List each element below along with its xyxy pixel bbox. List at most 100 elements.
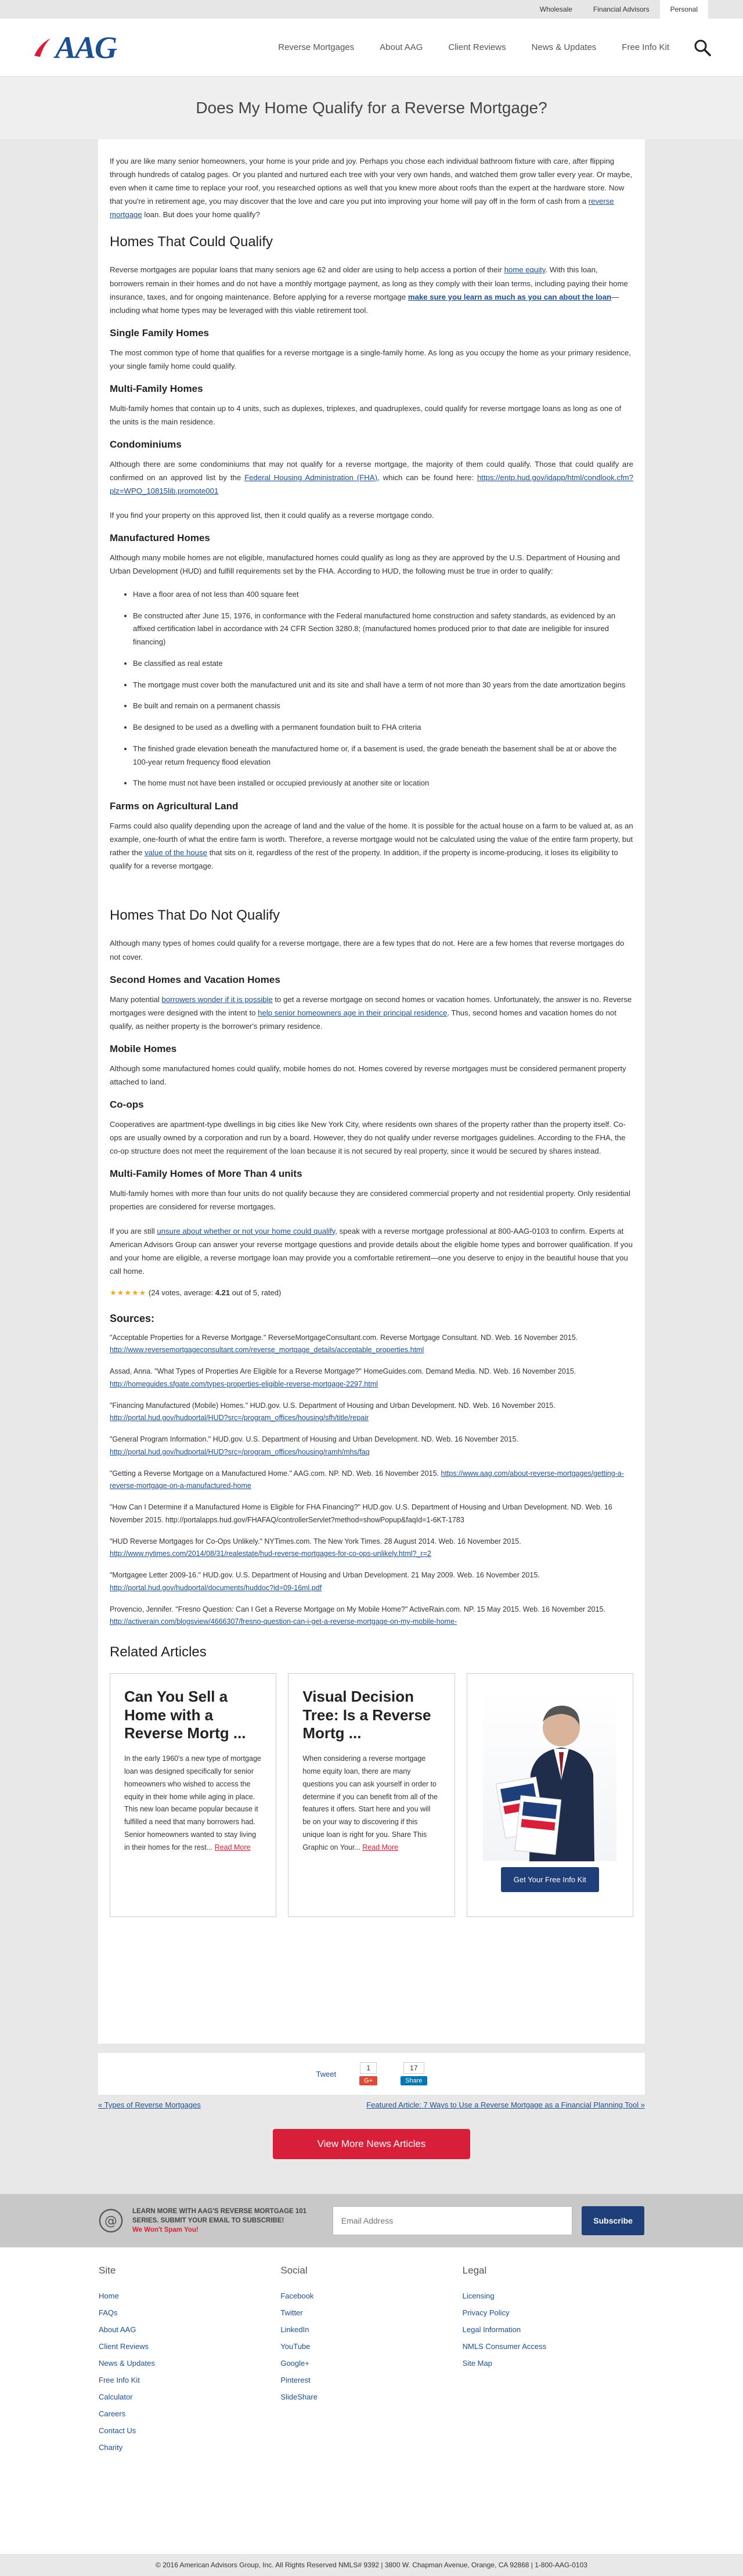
nav-client-reviews[interactable]: Client Reviews [448, 42, 506, 52]
list-item: Have a floor area of not less than 400 s… [133, 588, 633, 601]
topbar-personal-link[interactable]: Personal [659, 0, 708, 19]
copyright-bar: © 2016 American Advisors Group, Inc. All… [0, 2554, 743, 2576]
condo-text-b: , which can be found here: [377, 473, 477, 482]
footer-site-link-faqs[interactable]: FAQs [99, 2308, 280, 2317]
source-link[interactable]: http://portal.hud.gov/hudportal/document… [110, 1584, 322, 1592]
single-family-paragraph: The most common type of home that qualif… [110, 348, 631, 370]
source-link[interactable]: http://portal.hud.gov/hudportal/HUD?src=… [110, 1414, 369, 1422]
read-more-link[interactable]: Read More [215, 1843, 251, 1851]
source-link[interactable]: http://activerain.com/blogsview/4666307/… [110, 1617, 457, 1626]
search-icon[interactable] [694, 39, 711, 56]
value-of-house-link[interactable]: value of the house [145, 848, 207, 857]
footer-legal-link-licensing[interactable]: Licensing [463, 2292, 644, 2300]
svg-text:@: @ [104, 2214, 117, 2228]
newsletter-email-input[interactable] [332, 2206, 573, 2235]
footer-site-link-calculator[interactable]: Calculator [99, 2393, 280, 2401]
source-link[interactable]: http://portal.hud.gov/hudportal/HUD?src=… [110, 1448, 370, 1456]
related-card-excerpt: When considering a reverse mortgage home… [302, 1753, 440, 1854]
source-link[interactable]: http://www.nytimes.com/2014/08/31/reales… [110, 1550, 431, 1558]
read-more-link[interactable]: Read More [362, 1843, 398, 1851]
footer-social-link-linkedin[interactable]: LinkedIn [280, 2325, 462, 2334]
excerpt-text: When considering a reverse mortgage home… [302, 1754, 438, 1852]
linkedin-widget: 17 Share [401, 2062, 427, 2085]
spokesperson-image [483, 1687, 617, 1862]
related-card[interactable]: Visual Decision Tree: Is a Reverse Mortg… [288, 1673, 455, 1918]
source-text: "HUD Reverse Mortgages for Co-Ops Unlike… [110, 1537, 521, 1545]
footer-site-link-charity[interactable]: Charity [99, 2443, 280, 2452]
source-text: Provencio, Jennifer. "Fresno Question: C… [110, 1605, 605, 1613]
co-ops-paragraph: Cooperatives are apartment-type dwelling… [110, 1120, 626, 1156]
source-text: "Financing Manufactured (Mobile) Homes."… [110, 1401, 556, 1410]
gplus-button[interactable]: G+ [359, 2076, 378, 2085]
list-item: Be built and remain on a permanent chass… [133, 700, 633, 713]
close-text-a: If you are still [110, 1226, 157, 1235]
footer-social-link-pinterest[interactable]: Pinterest [280, 2376, 462, 2384]
nav-free-info-kit[interactable]: Free Info Kit [622, 42, 669, 52]
topbar-financial-advisors-link[interactable]: Financial Advisors [583, 0, 660, 19]
footer-legal-link-nmls-consumer-access[interactable]: NMLS Consumer Access [463, 2342, 644, 2351]
get-free-info-kit-button[interactable]: Get Your Free Info Kit [500, 1867, 599, 1893]
related-heading: Related Articles [110, 1644, 207, 1660]
aag-logo[interactable]: AAG [32, 30, 117, 66]
related-card[interactable]: Can You Sell a Home with a Reverse Mortg… [110, 1673, 277, 1918]
page-title: Does My Home Qualify for a Reverse Mortg… [196, 99, 547, 117]
footer-site-link-client-reviews[interactable]: Client Reviews [99, 2342, 280, 2351]
related-card-title[interactable]: Can You Sell a Home with a Reverse Mortg… [124, 1688, 262, 1742]
rating-average: 4.21 [215, 1288, 230, 1297]
prev-article-link[interactable]: « Types of Reverse Mortgages [98, 2101, 201, 2109]
footer-site-link-about-aag[interactable]: About AAG [99, 2325, 280, 2334]
multi-family-paragraph: Multi-family homes that contain up to 4 … [110, 404, 622, 427]
footer-site-link-contact-us[interactable]: Contact Us [99, 2426, 280, 2435]
footer-site-link-news-updates[interactable]: News & Updates [99, 2359, 280, 2368]
subheading-single-family: Single Family Homes [110, 327, 209, 338]
nav-news-updates[interactable]: News & Updates [532, 42, 597, 52]
list-item: The home must not have been installed or… [133, 777, 633, 790]
learn-about-loan-link[interactable]: make sure you learn as much as you can a… [408, 293, 611, 301]
manufactured-requirements-list: Have a floor area of not less than 400 s… [133, 588, 633, 790]
source-text: Assad, Anna. "What Types of Properties A… [110, 1367, 576, 1376]
list-item: The mortgage must cover both the manufac… [133, 679, 633, 692]
unsure-qualify-link[interactable]: unsure about whether or not your home co… [157, 1227, 335, 1235]
linkedin-count: 17 [403, 2062, 424, 2074]
age-in-place-link[interactable]: help senior homeowners age in their prin… [258, 1008, 447, 1017]
footer-legal-link-site-map[interactable]: Site Map [463, 2359, 644, 2368]
footer-site-link-home[interactable]: Home [99, 2292, 280, 2300]
next-article-link[interactable]: Featured Article: 7 Ways to Use a Revers… [366, 2101, 645, 2109]
rating-stars-icon[interactable]: ★★★★★ [110, 1288, 146, 1297]
footer-site-link-careers[interactable]: Careers [99, 2409, 280, 2418]
footer-legal-link-legal-information[interactable]: Legal Information [463, 2325, 644, 2334]
footer-site-column: Site Home FAQs About AAG Client Reviews News… [99, 2265, 280, 2542]
footer-legal-link-privacy-policy[interactable]: Privacy Policy [463, 2308, 644, 2317]
footer-social-link-twitter[interactable]: Twitter [280, 2308, 462, 2317]
section-heading-not-qualify: Homes That Do Not Qualify [110, 907, 280, 924]
condo-paragraph-2: If you find your property on this approv… [110, 510, 434, 520]
sources-heading: Sources: [110, 1312, 155, 1324]
home-equity-link[interactable]: home equity [504, 265, 546, 274]
star-rating[interactable]: ★★★★★ (24 votes, average: 4.21 out of 5,… [110, 1288, 633, 1298]
subheading-manufactured: Manufactured Homes [110, 532, 210, 543]
spokesperson-illustration [496, 1706, 595, 1862]
topbar-wholesale-link[interactable]: Wholesale [529, 0, 583, 19]
list-item: Be designed to be used as a dwelling wit… [133, 721, 633, 734]
source-link[interactable]: http://www.reversemortgageconsultant.com… [110, 1346, 424, 1354]
footer-social-link-slideshare[interactable]: SlideShare [280, 2393, 462, 2401]
source-item: "General Program Information." HUD.gov. … [110, 1433, 633, 1458]
footer-social-link-google[interactable]: Google+ [280, 2359, 462, 2368]
section-heading-qualify: Homes That Could Qualify [110, 234, 273, 250]
fha-link[interactable]: Federal Housing Administration (FHA) [244, 473, 377, 482]
tweet-button[interactable]: Tweet [316, 2070, 336, 2078]
subscribe-button[interactable]: Subscribe [582, 2206, 644, 2235]
nav-reverse-mortgages[interactable]: Reverse Mortgages [278, 42, 354, 52]
footer-social-link-youtube[interactable]: YouTube [280, 2342, 462, 2351]
footer-site-link-free-info-kit[interactable]: Free Info Kit [99, 2376, 280, 2384]
footer-social-link-facebook[interactable]: Facebook [280, 2292, 462, 2300]
nav-about-aag[interactable]: About AAG [380, 42, 423, 52]
subheading-condominiums: Condominiums [110, 439, 182, 451]
related-card-title[interactable]: Visual Decision Tree: Is a Reverse Mortg… [302, 1688, 440, 1742]
source-link[interactable]: http://homeguides.sfgate.com/types-prope… [110, 1380, 378, 1388]
borrowers-wonder-link[interactable]: borrowers wonder if it is possible [161, 995, 272, 1004]
view-more-news-button[interactable]: View More News Articles [273, 2129, 470, 2159]
source-item: "Getting a Reverse Mortgage on a Manufac… [110, 1468, 633, 1493]
source-item: "How Can I Determine if a Manufactured H… [110, 1501, 633, 1526]
linkedin-share-button[interactable]: Share [401, 2076, 427, 2085]
